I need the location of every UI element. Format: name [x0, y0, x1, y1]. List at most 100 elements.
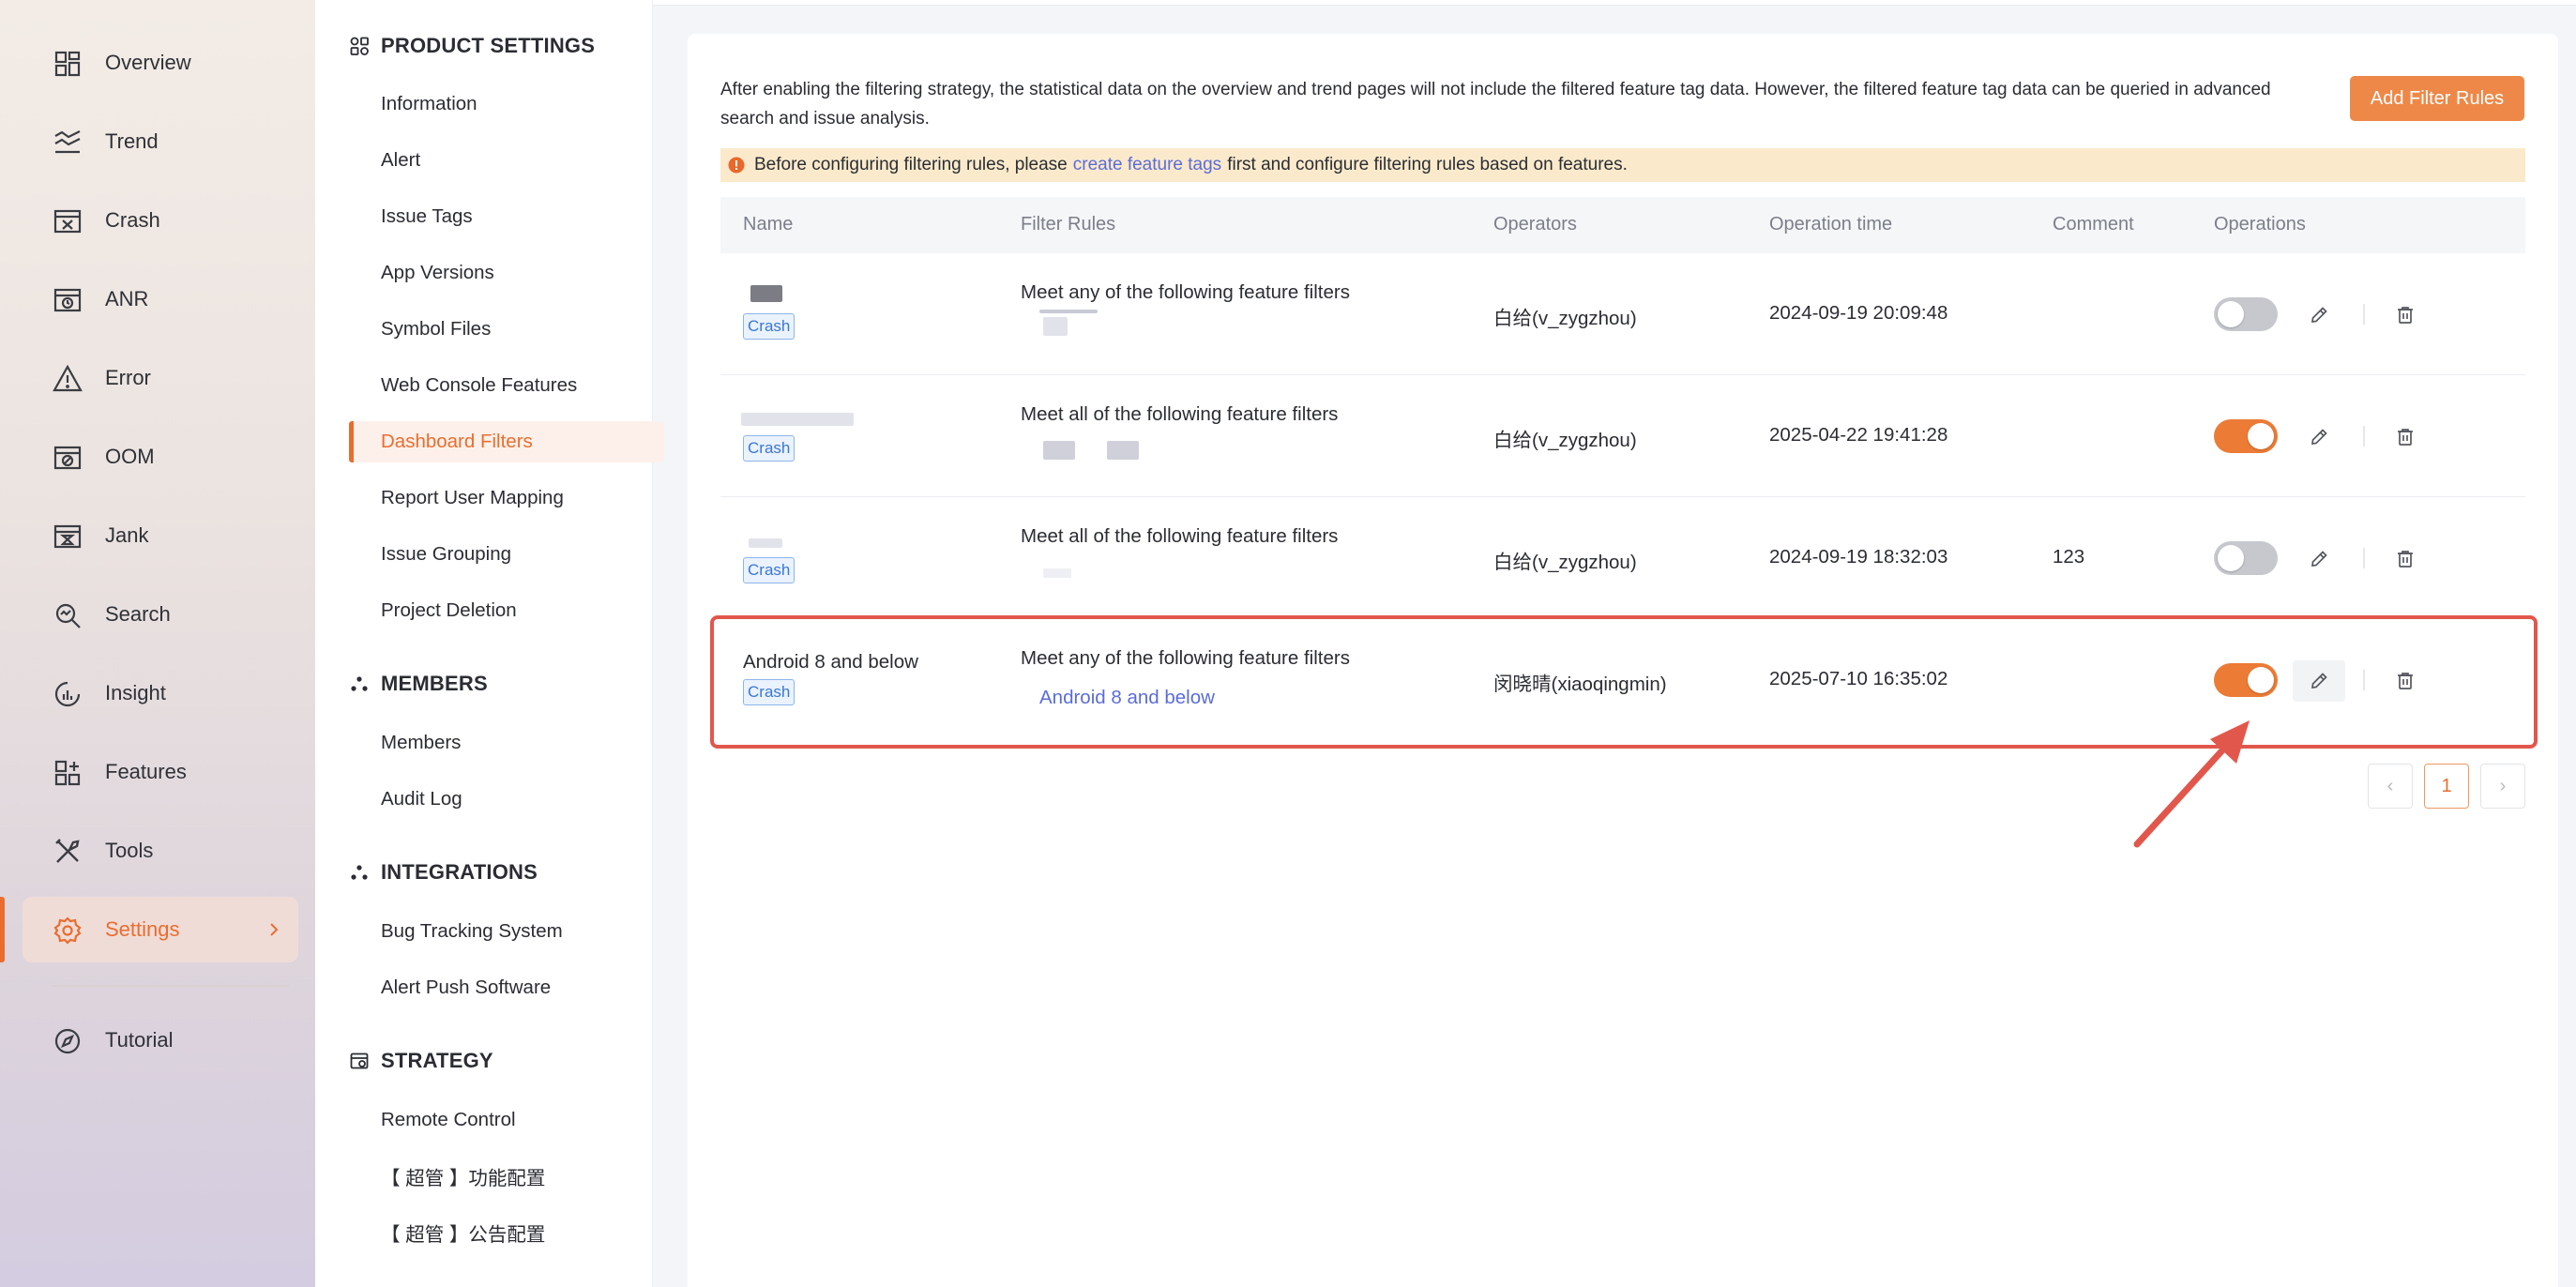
nav-item-tutorial[interactable]: Tutorial — [23, 1007, 298, 1073]
notice-text-after: first and configure filtering rules base… — [1227, 155, 1628, 174]
edit-button[interactable] — [2293, 538, 2345, 580]
enable-toggle[interactable] — [2214, 663, 2278, 697]
submenu-item-alert[interactable]: Alert — [349, 140, 664, 181]
nav-item-settings[interactable]: Settings — [23, 897, 298, 962]
nav-label: OOM — [105, 445, 155, 468]
nav-item-error[interactable]: Error — [23, 345, 298, 411]
edit-button[interactable] — [2293, 295, 2345, 336]
submenu-item-issue-tags[interactable]: Issue Tags — [349, 196, 664, 237]
nav-label: Settings — [105, 917, 180, 941]
delete-button[interactable] — [2385, 538, 2426, 580]
section-title: PRODUCT SETTINGS — [381, 34, 596, 57]
edit-icon — [2311, 429, 2327, 445]
section-members: MEMBERS — [349, 672, 488, 696]
nav-item-crash[interactable]: Crash — [23, 188, 298, 253]
submenu-item-issue-grouping[interactable]: Issue Grouping — [349, 534, 664, 575]
submenu-item-admin-announcement-config[interactable]: 【 超管 】公告配置 — [349, 1212, 664, 1253]
nav-item-search[interactable]: Search — [23, 582, 298, 647]
section-title: INTEGRATIONS — [381, 860, 538, 884]
enable-toggle[interactable] — [2214, 541, 2278, 575]
anr-icon — [53, 288, 82, 312]
oom-icon — [53, 446, 82, 470]
nav-item-oom[interactable]: OOM — [23, 424, 298, 490]
section-product-settings: PRODUCT SETTINGS — [349, 34, 595, 58]
submenu-item-web-console-features[interactable]: Web Console Features — [349, 365, 664, 406]
redacted-filter — [1043, 441, 1075, 460]
members-icon — [351, 676, 368, 691]
prev-page-button[interactable]: ‹ — [2368, 764, 2413, 809]
section-strategy: STRATEGY — [349, 1049, 493, 1073]
table-row: Crash Meet all of the following feature … — [720, 375, 2525, 497]
enable-toggle[interactable] — [2214, 297, 2278, 331]
submenu-item-members[interactable]: Members — [349, 722, 664, 764]
submenu-item-app-versions[interactable]: App Versions — [349, 252, 664, 294]
nav-item-features[interactable]: Features — [23, 739, 298, 805]
submenu-item-project-deletion[interactable]: Project Deletion — [349, 590, 664, 631]
redacted-filter — [1039, 310, 1098, 313]
edit-button[interactable] — [2293, 660, 2345, 702]
operation-time-cell: 2025-04-22 19:41:28 — [1769, 424, 1948, 446]
delete-button[interactable] — [2385, 660, 2426, 702]
nav-item-jank[interactable]: Jank — [23, 503, 298, 568]
enable-toggle[interactable] — [2214, 419, 2278, 453]
strategy-icon — [350, 1052, 369, 1069]
redacted-filter — [1043, 317, 1068, 336]
submenu-item-dashboard-filters[interactable]: Dashboard Filters — [349, 421, 664, 462]
nav-label: Trend — [105, 129, 159, 153]
comment-cell: 123 — [2053, 546, 2085, 568]
rule-name: Android 8 and below — [743, 651, 918, 673]
operator-cell: 白给(v_zygzhou) — [1493, 552, 1637, 573]
nav-label: Tutorial — [105, 1028, 174, 1052]
create-feature-tags-link[interactable]: create feature tags — [1073, 155, 1221, 175]
operation-time-cell: 2024-09-19 18:32:03 — [1769, 546, 1948, 568]
nav-item-overview[interactable]: Overview — [23, 30, 298, 96]
trash-icon — [2398, 429, 2413, 446]
delete-button[interactable] — [2385, 295, 2426, 336]
column-header-comment: Comment — [2053, 214, 2134, 235]
feature-filter-link[interactable]: Android 8 and below — [1039, 687, 1215, 709]
column-header-filter-rules: Filter Rules — [1021, 214, 1116, 235]
search-icon — [55, 603, 81, 628]
crash-tag: Crash — [743, 313, 796, 340]
section-title: STRATEGY — [381, 1049, 493, 1072]
warning-icon — [728, 157, 745, 174]
operator-cell: 闵晓晴(xiaoqingmin) — [1493, 674, 1667, 695]
edit-button[interactable] — [2293, 416, 2345, 458]
top-bar — [653, 0, 2576, 6]
edit-icon — [2311, 673, 2327, 689]
redacted-filter — [1043, 568, 1071, 578]
submenu-item-report-user-mapping[interactable]: Report User Mapping — [349, 477, 664, 519]
submenu-item-remote-control[interactable]: Remote Control — [349, 1099, 664, 1141]
crash-tag: Crash — [743, 557, 796, 583]
submenu-item-alert-push-software[interactable]: Alert Push Software — [349, 967, 664, 1008]
column-header-name: Name — [743, 214, 794, 235]
section-integrations: INTEGRATIONS — [349, 860, 538, 885]
trash-icon — [2398, 307, 2413, 324]
delete-button[interactable] — [2385, 416, 2426, 458]
toggle-knob — [2248, 667, 2274, 693]
submenu-item-information[interactable]: Information — [349, 83, 664, 125]
filter-rule-text: Meet any of the following feature filter… — [1021, 281, 1350, 303]
next-page-button[interactable]: › — [2480, 764, 2525, 809]
overview-icon — [54, 51, 81, 77]
nav-item-anr[interactable]: ANR — [23, 266, 298, 332]
main-sidebar: Overview Trend Crash ANR Error OOM Jank … — [0, 0, 315, 1287]
submenu-item-bug-tracking-system[interactable]: Bug Tracking System — [349, 911, 664, 952]
table-row: Android 8 and below Crash Meet any of th… — [720, 619, 2525, 741]
submenu-item-symbol-files[interactable]: Symbol Files — [349, 309, 664, 350]
nav-item-insight[interactable]: Insight — [23, 660, 298, 726]
operation-time-cell: 2025-07-10 16:35:02 — [1769, 668, 1948, 689]
chevron-right-icon — [270, 923, 279, 936]
nav-item-tools[interactable]: Tools — [23, 818, 298, 884]
page-number-button[interactable]: 1 — [2424, 764, 2469, 809]
add-filter-rules-button[interactable]: Add Filter Rules — [2350, 76, 2524, 121]
notice-text-before: Before configuring filtering rules, plea… — [754, 155, 1068, 174]
nav-label: Tools — [105, 839, 154, 862]
nav-label: Search — [105, 602, 171, 626]
filter-description: After enabling the filtering strategy, t… — [720, 80, 2271, 129]
submenu-item-audit-log[interactable]: Audit Log — [349, 779, 664, 820]
submenu-item-admin-feature-config[interactable]: 【 超管 】功能配置 — [349, 1156, 664, 1197]
filter-rule-text: Meet all of the following feature filter… — [1021, 525, 1339, 547]
nav-item-trend[interactable]: Trend — [23, 109, 298, 174]
table-header: Name Filter Rules Operators Operation ti… — [720, 197, 2525, 253]
